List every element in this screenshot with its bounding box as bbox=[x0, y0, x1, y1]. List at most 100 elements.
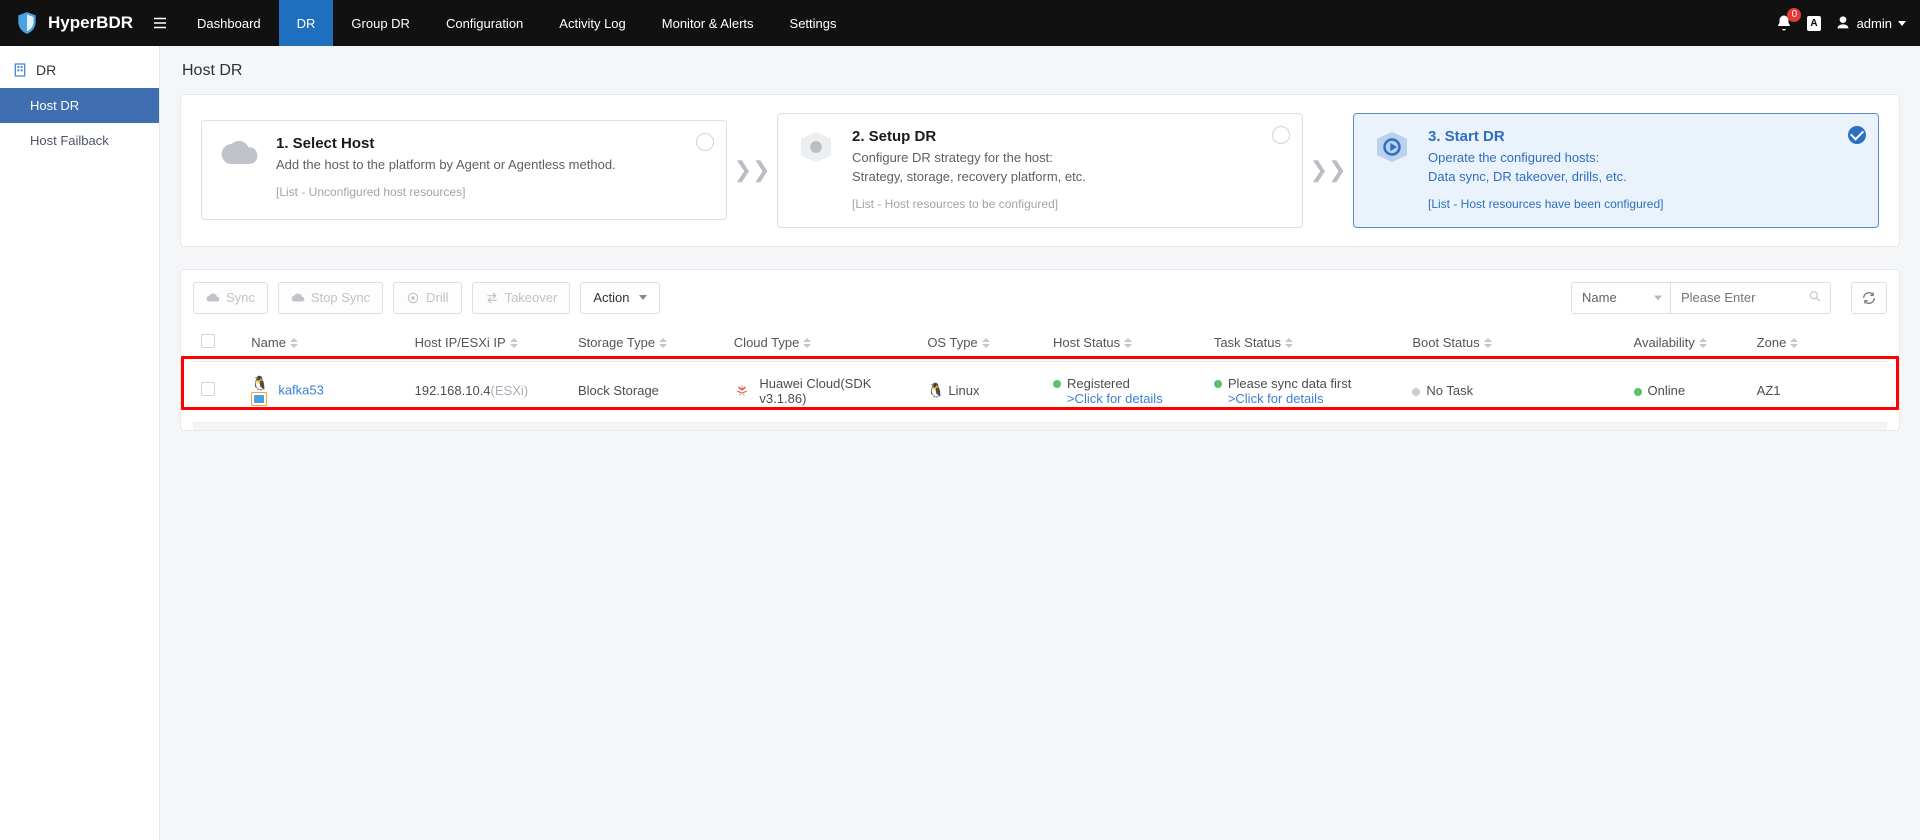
shield-icon bbox=[14, 10, 40, 36]
step-check-icon bbox=[1272, 126, 1290, 144]
col-host-status[interactable]: Host Status bbox=[1045, 324, 1206, 362]
step-hint: [List - Unconfigured host resources] bbox=[276, 185, 616, 199]
table-toolbar: Sync Stop Sync Drill Takeover Action bbox=[193, 282, 1887, 314]
host-name-link[interactable]: kafka53 bbox=[278, 382, 324, 397]
sidebar-group-label: DR bbox=[36, 62, 56, 78]
cell-boot-status: No Task bbox=[1404, 361, 1625, 420]
cell-storage: Block Storage bbox=[570, 361, 726, 420]
chevron-down-icon bbox=[1898, 21, 1906, 26]
swap-icon bbox=[485, 291, 499, 305]
menu-toggle-icon[interactable] bbox=[151, 14, 169, 32]
top-navbar: HyperBDR Dashboard DR Group DR Configura… bbox=[0, 0, 1920, 46]
nav-activity[interactable]: Activity Log bbox=[541, 0, 643, 46]
drill-button[interactable]: Drill bbox=[393, 282, 461, 314]
notification-icon[interactable]: 0 bbox=[1775, 14, 1793, 32]
task-status-details-link[interactable]: >Click for details bbox=[1228, 391, 1324, 406]
refresh-icon bbox=[1861, 290, 1877, 306]
vm-icon bbox=[251, 392, 267, 406]
building-icon bbox=[12, 62, 28, 78]
select-all-checkbox[interactable] bbox=[201, 334, 215, 348]
cell-availability: Online bbox=[1626, 361, 1749, 420]
play-box-icon bbox=[1370, 128, 1414, 211]
step-setup-dr[interactable]: 2. Setup DR Configure DR strategy for th… bbox=[777, 113, 1303, 228]
nav-items: Dashboard DR Group DR Configuration Acti… bbox=[179, 0, 854, 46]
sync-button[interactable]: Sync bbox=[193, 282, 268, 314]
step-hint: [List - Host resources have been configu… bbox=[1428, 197, 1663, 211]
step-select-host[interactable]: 1. Select Host Add the host to the platf… bbox=[201, 120, 727, 220]
chevron-down-icon bbox=[639, 295, 647, 300]
filter-field-select[interactable]: Name bbox=[1571, 282, 1671, 314]
cell-ip: 192.168.10.4(ESXi) bbox=[407, 361, 570, 420]
action-dropdown[interactable]: Action bbox=[580, 282, 660, 314]
col-task-status[interactable]: Task Status bbox=[1206, 324, 1405, 362]
host-status-details-link[interactable]: >Click for details bbox=[1067, 391, 1163, 406]
brand: HyperBDR bbox=[14, 10, 151, 36]
cell-host-status: Registered >Click for details bbox=[1045, 361, 1206, 420]
step-title: 2. Setup DR bbox=[852, 128, 1086, 145]
user-icon bbox=[1835, 15, 1851, 31]
huawei-icon bbox=[734, 383, 750, 399]
cell-zone: AZ1 bbox=[1749, 361, 1887, 420]
search-icon[interactable] bbox=[1808, 289, 1822, 306]
step-start-dr[interactable]: 3. Start DR Operate the configured hosts… bbox=[1353, 113, 1879, 228]
cell-task-status: Please sync data first >Click for detail… bbox=[1206, 361, 1405, 420]
status-dot-icon bbox=[1634, 388, 1642, 396]
col-storage[interactable]: Storage Type bbox=[570, 324, 726, 362]
table-panel: Sync Stop Sync Drill Takeover Action bbox=[180, 269, 1900, 431]
col-ip[interactable]: Host IP/ESXi IP bbox=[407, 324, 570, 362]
nav-dashboard[interactable]: Dashboard bbox=[179, 0, 279, 46]
status-dot-icon bbox=[1412, 388, 1420, 396]
col-availability[interactable]: Availability bbox=[1626, 324, 1749, 362]
step-check-icon bbox=[1848, 126, 1866, 144]
hosts-table: Name Host IP/ESXi IP Storage Type Cloud … bbox=[193, 324, 1887, 420]
step-hint: [List - Host resources to be configured] bbox=[852, 197, 1086, 211]
cloud-off-icon bbox=[291, 291, 305, 305]
language-badge[interactable]: A bbox=[1807, 16, 1820, 31]
status-dot-icon bbox=[1053, 380, 1061, 388]
step-check-icon bbox=[696, 133, 714, 151]
status-dot-icon bbox=[1214, 380, 1222, 388]
col-boot-status[interactable]: Boot Status bbox=[1404, 324, 1625, 362]
col-cloud[interactable]: Cloud Type bbox=[726, 324, 920, 362]
sidebar-item-host-failback[interactable]: Host Failback bbox=[0, 123, 159, 158]
chevron-down-icon bbox=[1654, 295, 1662, 300]
step-desc: Configure DR strategy for the host: Stra… bbox=[852, 149, 1086, 187]
sidebar-group-dr[interactable]: DR bbox=[0, 52, 159, 88]
step-title: 3. Start DR bbox=[1428, 128, 1663, 145]
main-content: Host DR 1. Select Host Add the host to t… bbox=[160, 46, 1920, 840]
user-menu[interactable]: admin bbox=[1835, 15, 1906, 31]
nav-dr[interactable]: DR bbox=[279, 0, 334, 46]
takeover-button[interactable]: Takeover bbox=[472, 282, 571, 314]
step-arrow-icon: ❯❯ bbox=[1303, 157, 1353, 183]
nav-group-dr[interactable]: Group DR bbox=[333, 0, 428, 46]
linux-icon: 🐧 bbox=[251, 376, 268, 390]
linux-icon: 🐧 bbox=[927, 382, 944, 398]
cell-cloud: Huawei Cloud(SDK v3.1.86) bbox=[726, 361, 920, 420]
row-checkbox[interactable] bbox=[201, 382, 215, 396]
page-title: Host DR bbox=[182, 62, 1900, 80]
gear-box-icon bbox=[794, 128, 838, 211]
steps-container: 1. Select Host Add the host to the platf… bbox=[180, 94, 1900, 247]
user-name: admin bbox=[1857, 16, 1892, 31]
cloud-icon bbox=[206, 291, 220, 305]
step-desc: Operate the configured hosts: Data sync,… bbox=[1428, 149, 1663, 187]
col-os[interactable]: OS Type bbox=[919, 324, 1045, 362]
table-header-row: Name Host IP/ESXi IP Storage Type Cloud … bbox=[193, 324, 1887, 362]
search-input[interactable] bbox=[1681, 290, 1800, 305]
refresh-button[interactable] bbox=[1851, 282, 1887, 314]
nav-settings[interactable]: Settings bbox=[772, 0, 855, 46]
sidebar-item-host-dr[interactable]: Host DR bbox=[0, 88, 159, 123]
table-row[interactable]: 🐧 kafka53 192.168.10.4(ESXi) Block Stora… bbox=[193, 361, 1887, 420]
search-input-wrap bbox=[1671, 282, 1831, 314]
nav-monitor[interactable]: Monitor & Alerts bbox=[644, 0, 772, 46]
notification-count: 0 bbox=[1787, 8, 1801, 22]
col-name[interactable]: Name bbox=[243, 324, 406, 362]
col-zone[interactable]: Zone bbox=[1749, 324, 1887, 362]
stop-sync-button[interactable]: Stop Sync bbox=[278, 282, 383, 314]
target-icon bbox=[406, 291, 420, 305]
brand-text: HyperBDR bbox=[48, 13, 133, 33]
step-desc: Add the host to the platform by Agent or… bbox=[276, 156, 616, 175]
host-icon bbox=[218, 135, 262, 203]
cell-os: 🐧 Linux bbox=[919, 361, 1045, 420]
nav-configuration[interactable]: Configuration bbox=[428, 0, 541, 46]
